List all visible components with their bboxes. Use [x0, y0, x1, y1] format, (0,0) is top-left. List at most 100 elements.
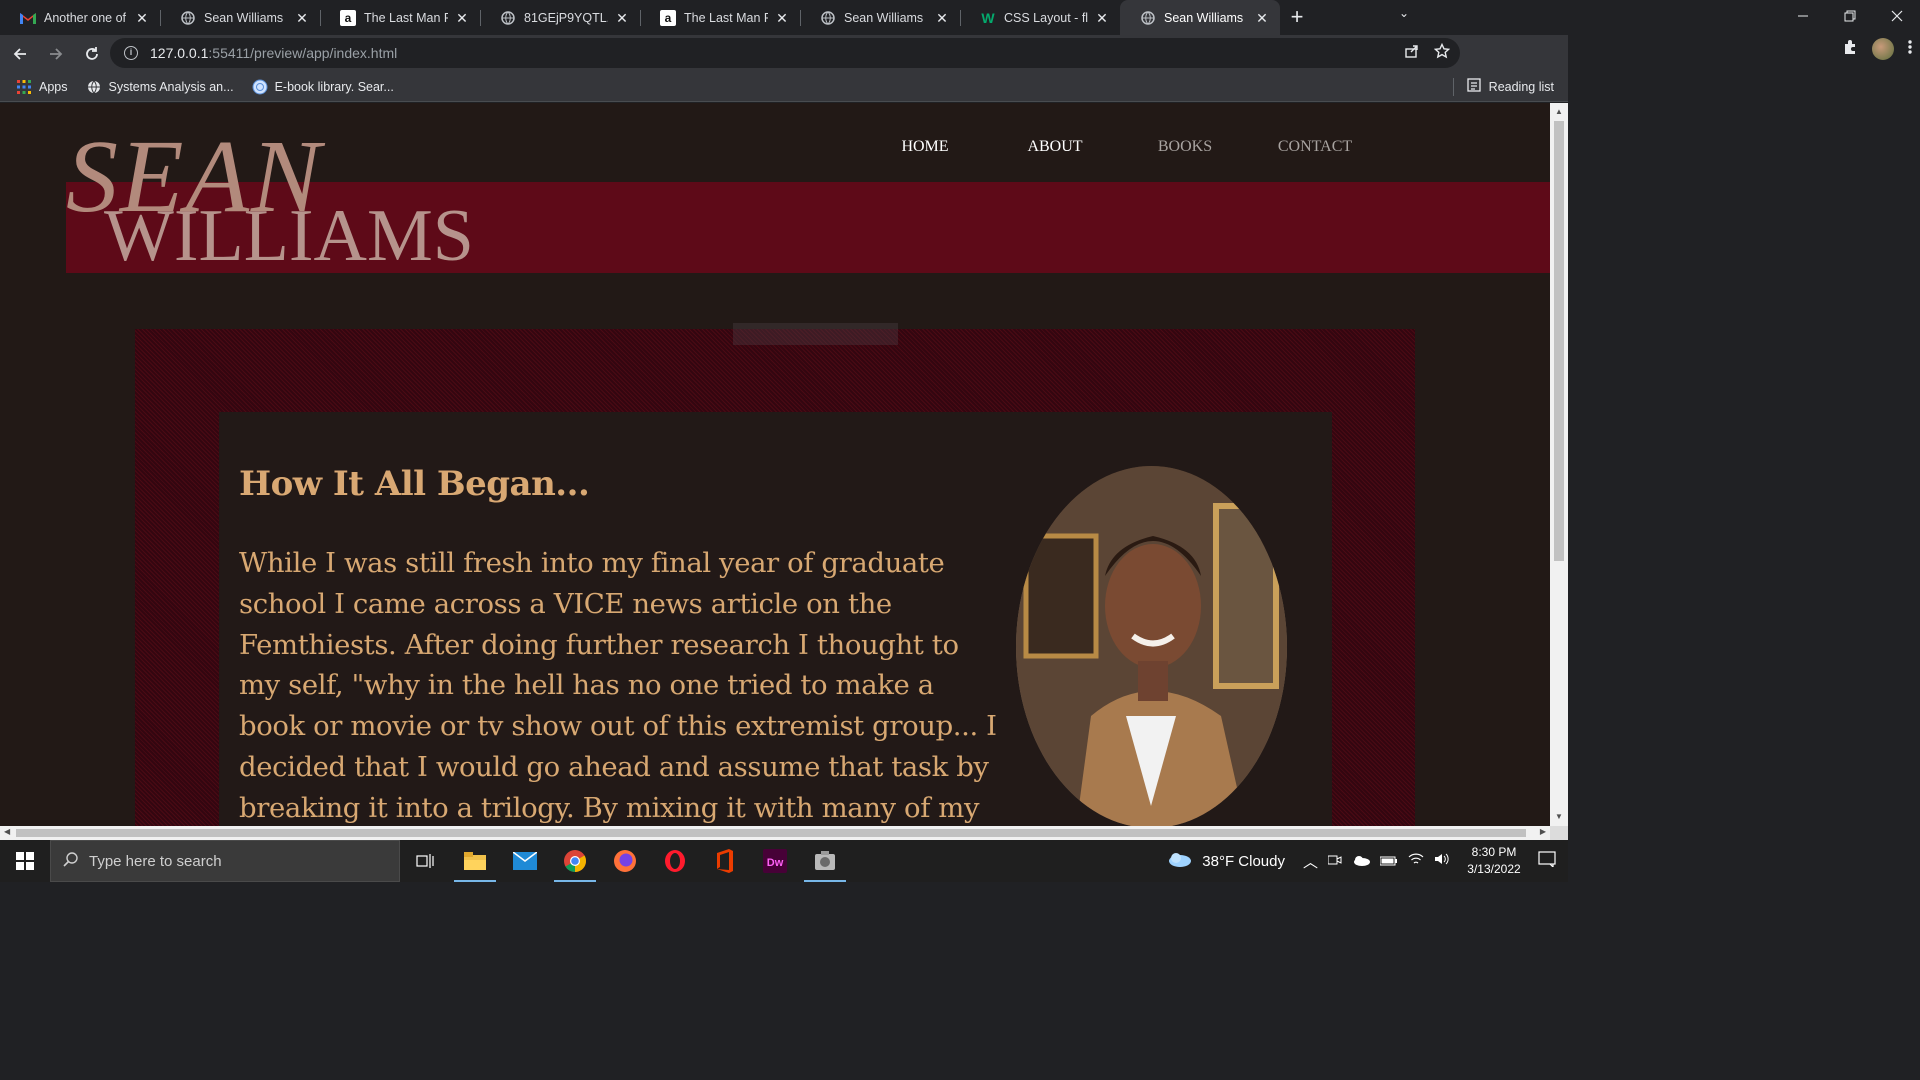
tab-title: 81GEjP9YQTL._SY [524, 10, 608, 25]
tab-0[interactable]: Another one of my ✕ [0, 0, 160, 35]
weather-label[interactable]: 38°F Cloudy [1202, 853, 1285, 870]
vertical-scrollbar[interactable]: ▲ ▼ [1550, 103, 1568, 826]
tab-1[interactable]: Sean Williams ✕ [160, 0, 320, 35]
cloudy-weather-icon[interactable] [1166, 851, 1192, 871]
scroll-up-arrow-icon[interactable]: ▲ [1554, 107, 1564, 117]
photo-app-icon[interactable] [800, 840, 850, 882]
notifications-icon[interactable] [1538, 851, 1556, 871]
bookmark-label: Apps [39, 79, 68, 94]
close-tab-icon[interactable]: ✕ [454, 10, 470, 26]
tab-search-chevron-icon[interactable]: ⌄ [1392, 6, 1416, 26]
browser-toolbar: i 127.0.0.1:55411/preview/app/index.html [0, 35, 1568, 72]
share-icon[interactable] [1404, 43, 1420, 62]
scroll-down-arrow-icon[interactable]: ▼ [1554, 812, 1564, 822]
globe-icon [1140, 10, 1156, 26]
forward-arrow-icon[interactable] [40, 38, 72, 70]
windows-taskbar: Type here to search Dw 38°F Cloudy ︿ 8:3… [0, 840, 1568, 882]
volume-icon[interactable] [1434, 852, 1450, 870]
minimize-icon[interactable] [1779, 0, 1826, 32]
system-tray: 38°F Cloudy ︿ 8:30 PM 3/13/2022 [1166, 840, 1568, 882]
site-nav: HOME ABOUT BOOKS CONTACT [860, 138, 1380, 156]
back-arrow-icon[interactable] [4, 38, 36, 70]
bookmark-apps[interactable]: Apps [16, 79, 68, 95]
close-tab-icon[interactable]: ✕ [134, 10, 150, 26]
horizontal-scrollbar[interactable]: ◀ ▶ [0, 826, 1550, 840]
section-heading: How It All Began... [239, 464, 590, 504]
nav-home[interactable]: HOME [860, 138, 990, 156]
system-clock[interactable]: 8:30 PM 3/13/2022 [1460, 844, 1528, 878]
scroll-right-arrow-icon[interactable]: ▶ [1540, 827, 1546, 836]
page-viewport: SEAN WILLIAMS HOME ABOUT BOOKS CONTACT H… [0, 103, 1550, 826]
dreamweaver-icon[interactable]: Dw [750, 840, 800, 882]
new-tab-button[interactable]: + [1280, 0, 1314, 35]
task-view-icon[interactable] [400, 840, 450, 882]
close-tab-icon[interactable]: ✕ [1094, 10, 1110, 26]
close-tab-icon[interactable]: ✕ [934, 10, 950, 26]
battery-icon[interactable] [1379, 853, 1398, 870]
tab-title: The Last Man Rising [684, 10, 768, 25]
close-tab-icon[interactable]: ✕ [294, 10, 310, 26]
library-icon [252, 79, 268, 95]
close-tab-icon[interactable]: ✕ [774, 10, 790, 26]
close-tab-icon[interactable]: ✕ [1254, 10, 1270, 26]
wifi-icon[interactable] [1408, 852, 1424, 870]
taskbar-search[interactable]: Type here to search [50, 840, 400, 882]
reading-list-button[interactable]: Reading list [1467, 78, 1554, 95]
globe-icon [500, 10, 516, 26]
scrollbar-thumb[interactable] [1554, 121, 1564, 561]
close-window-icon[interactable] [1873, 0, 1920, 32]
w3schools-icon: W [980, 10, 996, 26]
bookmark-label: E-book library. Sear... [274, 79, 394, 94]
nav-contact[interactable]: CONTACT [1250, 138, 1380, 156]
tab-3[interactable]: 81GEjP9YQTL._SY ✕ [480, 0, 640, 35]
globe-icon [180, 10, 196, 26]
gmail-icon [20, 10, 36, 26]
restore-icon[interactable] [1826, 0, 1873, 32]
opera-icon[interactable] [650, 840, 700, 882]
chrome-icon[interactable] [550, 840, 600, 882]
faded-caption-box [733, 323, 898, 345]
close-tab-icon[interactable]: ✕ [614, 10, 630, 26]
tab-2[interactable]: a The Last Man Rising ✕ [320, 0, 480, 35]
about-paragraph: While I was still fresh into my final ye… [239, 547, 997, 824]
url-host: 127.0.0.1 [150, 45, 209, 61]
extensions-puzzle-icon[interactable] [1842, 39, 1858, 60]
bookmark-ebook-library[interactable]: E-book library. Sear... [252, 79, 394, 95]
mail-icon[interactable] [500, 840, 550, 882]
amazon-icon: a [660, 9, 676, 26]
bookmark-star-icon[interactable] [1433, 42, 1451, 62]
tab-7-active[interactable]: Sean Williams ✕ [1120, 0, 1280, 35]
chrome-menu-icon[interactable] [1908, 39, 1912, 60]
author-portrait [1016, 466, 1287, 826]
toolbar-right [1842, 38, 1912, 60]
windows-start-icon[interactable] [0, 840, 50, 882]
bookmark-label: Systems Analysis an... [108, 79, 234, 94]
tab-title: CSS Layout - float [1004, 10, 1088, 25]
office-icon[interactable] [700, 840, 750, 882]
logo-last-name[interactable]: WILLIAMS [104, 199, 474, 273]
tab-4[interactable]: a The Last Man Rising ✕ [640, 0, 800, 35]
svg-text:a: a [345, 11, 352, 25]
nav-books[interactable]: BOOKS [1120, 138, 1250, 156]
tab-title: Another one of my [44, 10, 128, 25]
globe-icon [820, 10, 836, 26]
bookmarks-bar: Apps Systems Analysis an... E-book libra… [0, 72, 1568, 102]
scrollbar-thumb[interactable] [16, 829, 1526, 837]
onedrive-icon[interactable] [1352, 853, 1370, 870]
scroll-left-arrow-icon[interactable]: ◀ [4, 827, 10, 836]
chevron-up-icon[interactable]: ︿ [1303, 851, 1318, 872]
site-info-icon[interactable]: i [124, 46, 138, 60]
file-explorer-icon[interactable] [450, 840, 500, 882]
reading-list-label: Reading list [1488, 79, 1554, 94]
firefox-icon[interactable] [600, 840, 650, 882]
tab-6[interactable]: W CSS Layout - float ✕ [960, 0, 1120, 35]
profile-avatar[interactable] [1872, 38, 1894, 60]
reload-icon[interactable] [76, 38, 108, 70]
bookmark-systems-analysis[interactable]: Systems Analysis an... [86, 79, 234, 95]
clock-time: 8:30 PM [1471, 845, 1517, 859]
meet-now-icon[interactable] [1327, 853, 1342, 870]
tab-5[interactable]: Sean Williams ✕ [800, 0, 960, 35]
portrait-illustration [1016, 466, 1287, 826]
nav-about[interactable]: ABOUT [990, 138, 1120, 156]
address-bar[interactable]: i 127.0.0.1:55411/preview/app/index.html [110, 38, 1460, 68]
